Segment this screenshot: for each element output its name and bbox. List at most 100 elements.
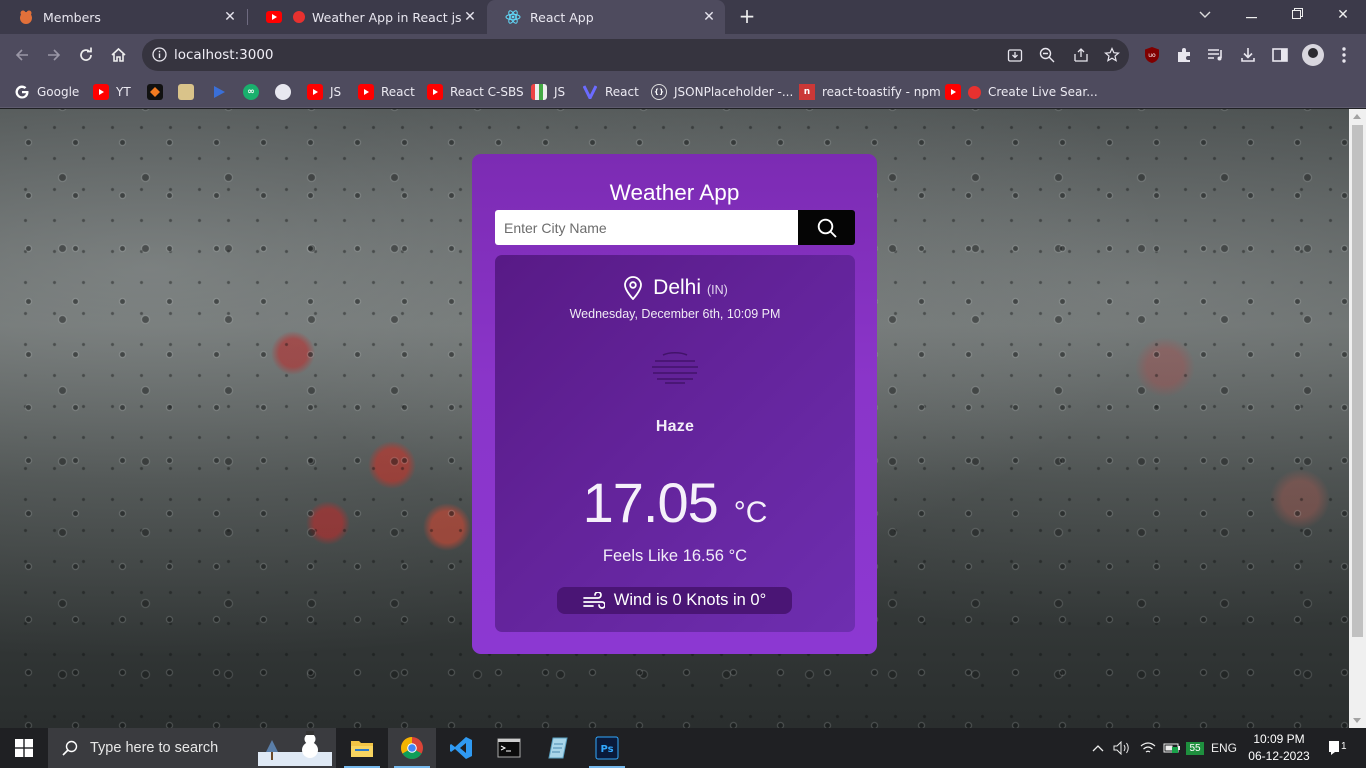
bookmark-react-c-sbs[interactable]: React C-SBS xyxy=(427,82,524,102)
restore-button[interactable] xyxy=(1274,0,1320,30)
extensions-puzzle-icon[interactable] xyxy=(1174,45,1194,65)
bookmark-react-toastify[interactable]: n react-toastify - npm xyxy=(799,82,941,102)
location-pin-icon xyxy=(624,276,643,300)
bookmark-react-2[interactable]: React xyxy=(582,82,639,102)
downloads-icon[interactable] xyxy=(1238,45,1258,65)
site-info-icon[interactable] xyxy=(152,47,167,65)
bookmark-avatar[interactable] xyxy=(178,82,201,102)
tab-search-chevron-icon[interactable] xyxy=(1182,0,1228,30)
file-explorer-app[interactable] xyxy=(338,728,386,768)
youtube-icon xyxy=(307,84,323,100)
notepad-app[interactable] xyxy=(534,728,582,768)
bookmark-orange[interactable] xyxy=(147,82,170,102)
svg-text:Ps: Ps xyxy=(600,744,613,755)
bookmark-jsonplaceholder[interactable]: {} JSONPlaceholder -... xyxy=(651,82,793,102)
vscode-icon xyxy=(450,737,472,759)
scroll-down-arrow-icon[interactable] xyxy=(1353,718,1361,723)
weather-card: Weather App Delhi (IN) Wednesday, Decemb… xyxy=(472,154,877,654)
notification-center-icon[interactable]: 1 xyxy=(1322,728,1352,768)
members-favicon xyxy=(18,9,34,25)
bookmark-icon xyxy=(147,84,163,100)
tab-weather-video[interactable]: Weather App in React js Hindi ✕ xyxy=(248,0,486,34)
clock-date: 06-12-2023 xyxy=(1248,749,1310,763)
side-panel-icon[interactable] xyxy=(1270,45,1290,65)
address-bar[interactable]: localhost:3000 xyxy=(142,39,1129,71)
npm-icon: n xyxy=(799,84,815,100)
bookmark-yt[interactable]: YT xyxy=(93,82,131,102)
page-viewport: Weather App Delhi (IN) Wednesday, Decemb… xyxy=(0,109,1349,728)
profile-avatar[interactable] xyxy=(1302,44,1324,66)
close-tab-icon[interactable]: ✕ xyxy=(701,9,717,25)
search-button[interactable] xyxy=(798,210,855,245)
bookmark-icon xyxy=(211,84,227,100)
tab-react-app[interactable]: React App ✕ xyxy=(487,0,725,34)
bookmark-star-icon[interactable] xyxy=(1104,47,1120,63)
zoom-icon[interactable] xyxy=(1039,47,1055,63)
temperature-value: 17.05 xyxy=(582,471,719,534)
scrollbar-thumb[interactable] xyxy=(1352,125,1363,637)
reload-icon[interactable] xyxy=(74,43,98,67)
bookmark-js-2[interactable]: JS xyxy=(531,82,565,102)
react-favicon xyxy=(505,9,521,25)
wind-icon xyxy=(582,591,605,609)
notification-count: 1 xyxy=(1339,741,1349,752)
app-title: Weather App xyxy=(609,180,740,205)
temperature-row: 17.05 °C xyxy=(495,470,855,535)
close-tab-icon[interactable]: ✕ xyxy=(222,9,238,25)
chrome-icon xyxy=(401,737,423,759)
bookmark-create-live-search[interactable]: Create Live Sear... xyxy=(945,82,1098,102)
bookmark-green[interactable]: ∞ xyxy=(243,82,266,102)
language-indicator[interactable]: ENG xyxy=(1208,728,1240,768)
photoshop-app[interactable]: Ps xyxy=(583,728,631,768)
photoshop-icon: Ps xyxy=(595,736,619,760)
bookmark-play[interactable] xyxy=(211,82,234,102)
terminal-app[interactable] xyxy=(485,728,533,768)
weather-details-panel: Delhi (IN) Wednesday, December 6th, 10:0… xyxy=(495,255,855,632)
chrome-app[interactable] xyxy=(388,728,436,768)
battery-charging-icon[interactable] xyxy=(1161,728,1183,768)
back-arrow-icon[interactable] xyxy=(10,43,34,67)
country-code: (IN) xyxy=(707,283,728,297)
bookmark-react[interactable]: React xyxy=(358,82,415,102)
feels-like: Feels Like 16.56 °C xyxy=(602,547,748,565)
location-row: Delhi (IN) xyxy=(495,276,855,300)
media-queue-icon[interactable] xyxy=(1206,45,1226,65)
tab-title: Members xyxy=(43,9,101,25)
volume-icon[interactable] xyxy=(1111,728,1133,768)
bookmark-icon xyxy=(582,84,598,100)
new-tab-button[interactable]: + xyxy=(736,6,758,28)
install-app-icon[interactable] xyxy=(1007,47,1023,63)
clock-time: 10:09 PM xyxy=(1253,732,1305,746)
bookmark-js[interactable]: JS xyxy=(307,82,341,102)
close-tab-icon[interactable]: ✕ xyxy=(462,9,478,25)
bookmark-icon xyxy=(275,84,291,100)
bookmark-icon xyxy=(178,84,194,100)
youtube-favicon xyxy=(266,9,282,25)
more-menu-icon[interactable] xyxy=(1334,45,1354,65)
home-icon[interactable] xyxy=(106,43,130,67)
ublock-extension-icon[interactable]: uo xyxy=(1142,45,1162,65)
page-scrollbar[interactable] xyxy=(1349,109,1366,728)
battery-percent-badge: 55 xyxy=(1185,728,1205,768)
taskbar-clock[interactable]: 10:09 PM 06-12-2023 xyxy=(1240,731,1318,765)
bookmark-white[interactable] xyxy=(275,82,298,102)
taskbar-search-box[interactable]: Type here to search xyxy=(48,728,336,768)
close-window-button[interactable]: ✕ xyxy=(1320,0,1366,30)
search-icon xyxy=(817,218,837,238)
wifi-icon[interactable] xyxy=(1137,728,1159,768)
forward-arrow-icon[interactable] xyxy=(42,43,66,67)
minimize-button[interactable] xyxy=(1228,0,1274,30)
start-button[interactable] xyxy=(0,728,48,768)
share-icon[interactable] xyxy=(1073,47,1089,63)
bookmark-google[interactable]: Google xyxy=(14,82,79,102)
scroll-up-arrow-icon[interactable] xyxy=(1353,114,1361,119)
tab-title: React App xyxy=(530,9,594,25)
show-hidden-icons-chevron-icon[interactable] xyxy=(1088,728,1108,768)
city-search-input[interactable] xyxy=(495,210,798,245)
youtube-icon xyxy=(945,84,961,100)
tab-title: Weather App in React js Hindi xyxy=(312,9,464,25)
snowman-highlight-icon xyxy=(258,731,332,766)
tab-members[interactable]: Members ✕ xyxy=(0,0,246,34)
vscode-app[interactable] xyxy=(437,728,485,768)
haze-icon xyxy=(652,351,698,384)
